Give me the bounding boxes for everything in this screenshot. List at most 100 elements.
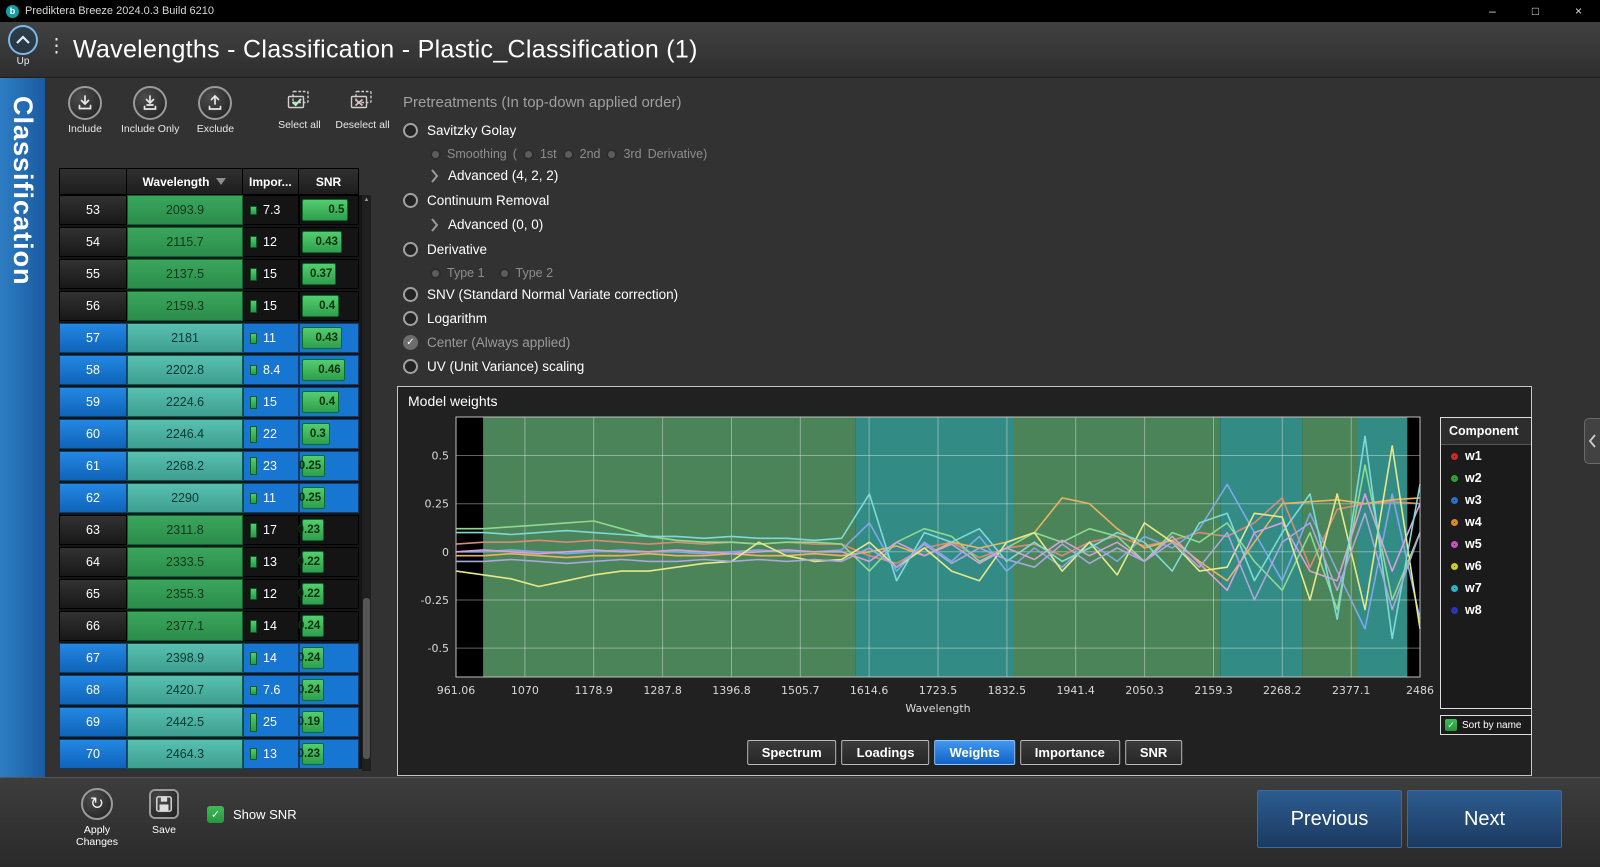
close-button[interactable]: ×: [1557, 0, 1600, 22]
show-snr-toggle[interactable]: ✓ Show SNR: [207, 806, 297, 823]
importance-cell[interactable]: 23: [243, 451, 299, 481]
importance-cell[interactable]: 15: [243, 259, 299, 289]
wavelength-cell[interactable]: 2159.3: [127, 291, 243, 321]
row-index-cell[interactable]: 55: [59, 259, 127, 289]
tab-snr[interactable]: SNR: [1125, 740, 1182, 765]
row-index-cell[interactable]: 58: [59, 355, 127, 385]
table-row[interactable]: 642333.5130.22: [59, 547, 371, 577]
center-checkbox[interactable]: ✓: [403, 335, 418, 350]
row-index-cell[interactable]: 69: [59, 707, 127, 737]
snr-cell[interactable]: 0.24: [299, 611, 359, 641]
deselect-all-button[interactable]: Deselect all: [335, 86, 389, 131]
legend-item[interactable]: w2: [1441, 467, 1531, 489]
row-index-cell[interactable]: 60: [59, 419, 127, 449]
snr-cell[interactable]: 0.43: [299, 227, 359, 257]
table-row[interactable]: 532093.97.30.5: [59, 195, 371, 225]
type1-radio[interactable]: [430, 268, 441, 279]
table-row[interactable]: 602246.4220.3: [59, 419, 371, 449]
row-index-cell[interactable]: 61: [59, 451, 127, 481]
legend-item[interactable]: w8: [1441, 599, 1531, 621]
apply-changes-button[interactable]: ↻ Apply Changes: [66, 788, 128, 848]
wavelength-cell[interactable]: 2268.2: [127, 451, 243, 481]
importance-cell[interactable]: 25: [243, 707, 299, 737]
legend-item[interactable]: w5: [1441, 533, 1531, 555]
header-snr[interactable]: SNR: [299, 168, 359, 195]
tab-loadings[interactable]: Loadings: [842, 740, 930, 765]
legend-item[interactable]: w6: [1441, 555, 1531, 577]
scrollbar-thumb[interactable]: [363, 598, 370, 759]
table-row[interactable]: 702464.3130.23: [59, 739, 371, 769]
table-row[interactable]: 542115.7120.43: [59, 227, 371, 257]
scroll-up-icon[interactable]: ▲: [362, 197, 371, 203]
row-index-cell[interactable]: 53: [59, 195, 127, 225]
snr-cell[interactable]: 0.25: [299, 451, 359, 481]
up-button[interactable]: [8, 25, 38, 55]
maximize-button[interactable]: □: [1514, 0, 1557, 22]
row-index-cell[interactable]: 54: [59, 227, 127, 257]
importance-cell[interactable]: 14: [243, 611, 299, 641]
table-row[interactable]: 592224.6150.4: [59, 387, 371, 417]
include-only-button[interactable]: Include Only: [121, 86, 179, 135]
importance-cell[interactable]: 12: [243, 227, 299, 257]
importance-cell[interactable]: 7.3: [243, 195, 299, 225]
importance-cell[interactable]: 7.6: [243, 675, 299, 705]
row-index-cell[interactable]: 59: [59, 387, 127, 417]
tab-importance[interactable]: Importance: [1020, 740, 1120, 765]
snr-cell[interactable]: 0.19: [299, 707, 359, 737]
table-row[interactable]: 672398.9140.24: [59, 643, 371, 673]
table-row[interactable]: 582202.88.40.46: [59, 355, 371, 385]
importance-cell[interactable]: 13: [243, 547, 299, 577]
continuum-removal-radio[interactable]: [403, 193, 418, 208]
snr-cell[interactable]: 0.23: [299, 515, 359, 545]
table-row[interactable]: 692442.5250.19: [59, 707, 371, 737]
importance-cell[interactable]: 17: [243, 515, 299, 545]
second-derivative-radio[interactable]: [563, 149, 574, 160]
wavelength-cell[interactable]: 2224.6: [127, 387, 243, 417]
logarithm-radio[interactable]: [403, 311, 418, 326]
sort-by-name-checkbox[interactable]: ✓: [1445, 719, 1457, 731]
wavelength-cell[interactable]: 2137.5: [127, 259, 243, 289]
minimize-button[interactable]: –: [1471, 0, 1514, 22]
table-row[interactable]: 562159.3150.4: [59, 291, 371, 321]
table-row[interactable]: 572181110.43: [59, 323, 371, 353]
importance-cell[interactable]: 8.4: [243, 355, 299, 385]
row-index-cell[interactable]: 57: [59, 323, 127, 353]
header-wavelength[interactable]: Wavelength: [127, 168, 243, 195]
derivative-radio[interactable]: [403, 242, 418, 257]
snr-cell[interactable]: 0.43: [299, 323, 359, 353]
table-row[interactable]: 622290110.25: [59, 483, 371, 513]
snr-cell[interactable]: 0.22: [299, 579, 359, 609]
importance-cell[interactable]: 14: [243, 643, 299, 673]
importance-cell[interactable]: 11: [243, 483, 299, 513]
snv-radio[interactable]: [403, 287, 418, 302]
savitzky-golay-radio[interactable]: [403, 123, 418, 138]
wavelength-cell[interactable]: 2464.3: [127, 739, 243, 769]
wavelength-cell[interactable]: 2442.5: [127, 707, 243, 737]
row-index-cell[interactable]: 67: [59, 643, 127, 673]
previous-button[interactable]: Previous: [1257, 790, 1402, 848]
wavelength-cell[interactable]: 2398.9: [127, 643, 243, 673]
row-index-cell[interactable]: 70: [59, 739, 127, 769]
wavelength-cell[interactable]: 2181: [127, 323, 243, 353]
row-index-cell[interactable]: 63: [59, 515, 127, 545]
third-derivative-radio[interactable]: [606, 149, 617, 160]
snr-cell[interactable]: 0.25: [299, 483, 359, 513]
importance-cell[interactable]: 15: [243, 291, 299, 321]
snr-cell[interactable]: 0.3: [299, 419, 359, 449]
wavelength-cell[interactable]: 2290: [127, 483, 243, 513]
uv-scaling-radio[interactable]: [403, 359, 418, 374]
table-row[interactable]: 552137.5150.37: [59, 259, 371, 289]
snr-cell[interactable]: 0.24: [299, 675, 359, 705]
legend-item[interactable]: w3: [1441, 489, 1531, 511]
wavelength-cell[interactable]: 2333.5: [127, 547, 243, 577]
table-row[interactable]: 682420.77.60.24: [59, 675, 371, 705]
exclude-button[interactable]: Exclude: [189, 86, 241, 135]
legend-item[interactable]: w1: [1441, 445, 1531, 467]
wavelength-cell[interactable]: 2377.1: [127, 611, 243, 641]
importance-cell[interactable]: 22: [243, 419, 299, 449]
wavelength-cell[interactable]: 2246.4: [127, 419, 243, 449]
table-row[interactable]: 662377.1140.24: [59, 611, 371, 641]
menu-dots-icon[interactable]: ⋮: [47, 37, 66, 56]
importance-cell[interactable]: 12: [243, 579, 299, 609]
wavelength-cell[interactable]: 2355.3: [127, 579, 243, 609]
